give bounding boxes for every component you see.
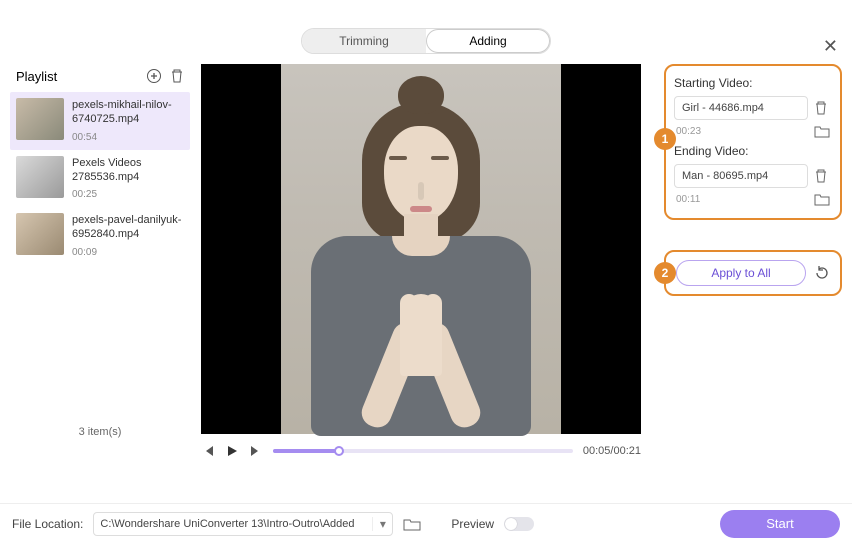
apply-group: 2 Apply to All [664,250,842,296]
play-button[interactable] [225,444,239,458]
footer-bar: File Location: ▾ Preview Start [0,503,852,543]
item-duration: 00:54 [72,131,184,144]
starting-video-label: Starting Video: [674,76,832,90]
location-dropdown-icon[interactable]: ▾ [372,517,392,531]
browse-ending-icon[interactable] [814,192,832,206]
close-button[interactable]: ✕ [823,36,838,57]
tab-adding[interactable]: Adding [426,29,550,53]
mode-tabs: Trimming Adding [301,28,551,54]
thumbnail [16,213,64,255]
apply-to-all-button[interactable]: Apply to All [676,260,806,286]
playlist-panel: Playlist pexels-mikhail-nilov-6740725.mp… [10,64,190,444]
browse-starting-icon[interactable] [814,124,832,138]
next-button[interactable] [249,444,263,458]
starting-video-field[interactable]: Girl - 44686.mp4 [674,96,808,120]
clear-ending-icon[interactable] [814,168,832,184]
step-badge-2: 2 [654,262,676,284]
start-button[interactable]: Start [720,510,840,538]
delete-icon[interactable] [170,68,184,84]
preview-panel: 00:05/00:21 [190,64,652,444]
playlist-item[interactable]: pexels-pavel-danilyuk-6952840.mp4 00:09 [10,207,190,265]
preview-toggle[interactable] [504,517,534,531]
add-icon[interactable] [146,68,162,84]
prev-button[interactable] [201,444,215,458]
preview-label: Preview [451,517,494,531]
ending-video-label: Ending Video: [674,144,832,158]
item-name: Pexels Videos 2785536.mp4 [72,156,184,185]
playlist-item[interactable]: Pexels Videos 2785536.mp4 00:25 [10,150,190,208]
open-folder-icon[interactable] [403,517,421,531]
item-name: pexels-pavel-danilyuk-6952840.mp4 [72,213,184,242]
thumbnail [16,98,64,140]
tab-trimming[interactable]: Trimming [302,29,426,53]
playlist-count: 3 item(s) [10,420,190,444]
starting-duration: 00:23 [674,126,808,137]
file-location-field[interactable]: ▾ [93,512,393,536]
seek-slider[interactable] [273,449,573,453]
playlist-item[interactable]: pexels-mikhail-nilov-6740725.mp4 00:54 [10,92,190,150]
item-duration: 00:25 [72,188,184,201]
thumbnail [16,156,64,198]
step-badge-1: 1 [654,128,676,150]
item-duration: 00:09 [72,246,184,259]
clear-starting-icon[interactable] [814,100,832,116]
video-preview[interactable] [201,64,641,434]
file-location-label: File Location: [12,517,83,531]
settings-panel: 1 Starting Video: Girl - 44686.mp4 00:23… [652,64,842,444]
playlist-title: Playlist [16,69,57,84]
intro-outro-group: 1 Starting Video: Girl - 44686.mp4 00:23… [664,64,842,220]
file-location-input[interactable] [94,518,372,530]
ending-video-field[interactable]: Man - 80695.mp4 [674,164,808,188]
item-name: pexels-mikhail-nilov-6740725.mp4 [72,98,184,127]
reset-icon[interactable] [814,265,830,281]
time-display: 00:05/00:21 [583,445,641,457]
ending-duration: 00:11 [674,194,808,205]
